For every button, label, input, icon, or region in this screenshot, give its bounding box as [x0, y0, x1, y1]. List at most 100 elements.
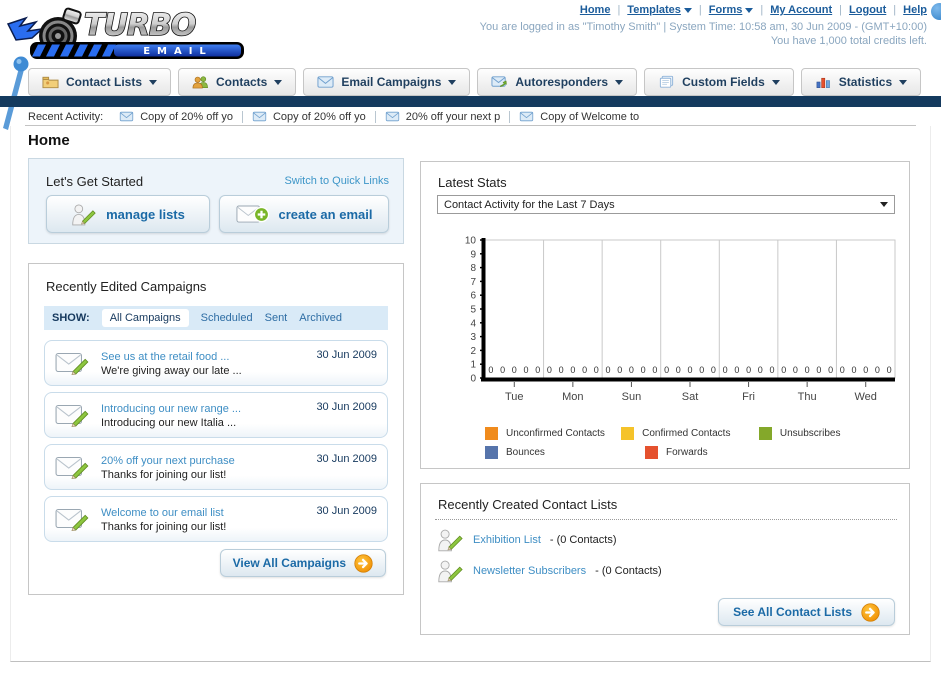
nav-separator [699, 4, 702, 16]
chevron-down-icon [149, 79, 158, 85]
documents-icon [658, 75, 675, 89]
envelope-icon [385, 111, 400, 122]
svg-text:0: 0 [805, 365, 810, 375]
contact-lists-panel-title: Recently Created Contact Lists [438, 497, 618, 512]
tab-email-campaigns[interactable]: Email Campaigns [303, 68, 471, 96]
tab-contact-lists[interactable]: Contact Lists [28, 68, 172, 96]
recently-created-contact-lists-panel: Recently Created Contact Lists Exhibitio… [420, 483, 910, 635]
switch-to-quick-links-link[interactable]: Switch to Quick Links [284, 175, 389, 187]
svg-text:0: 0 [547, 365, 552, 375]
nav-logout[interactable]: Logout [849, 4, 886, 16]
chart-legend: Unconfirmed Contacts Confirmed Contacts … [485, 427, 895, 465]
see-all-contact-lists-button[interactable]: See All Contact Lists [718, 598, 895, 626]
svg-text:0: 0 [875, 365, 880, 375]
campaign-date: 30 Jun 2009 [316, 401, 377, 413]
recent-activity-bar: Recent Activity: Copy of 20% off yo Copy… [28, 107, 916, 126]
legend-unconfirmed-contacts: Unconfirmed Contacts [485, 427, 621, 440]
campaign-title-link[interactable]: See us at the retail food ... [101, 351, 229, 363]
nav-home[interactable]: Home [580, 4, 611, 16]
svg-text:0: 0 [629, 365, 634, 375]
tab-contacts[interactable]: Contacts [178, 68, 297, 96]
svg-text:0: 0 [512, 365, 517, 375]
recent-activity-item[interactable]: Copy of 20% off yo [252, 110, 376, 123]
nav-templates[interactable]: Templates [627, 4, 692, 16]
arrow-right-circle-icon [354, 554, 373, 573]
envelope-plus-icon [236, 203, 270, 226]
svg-text:9: 9 [470, 249, 476, 260]
filter-sent[interactable]: Sent [265, 312, 288, 324]
campaign-row[interactable]: Welcome to our email list Thanks for joi… [44, 496, 388, 542]
svg-text:0: 0 [559, 365, 564, 375]
envelope-arrow-icon [491, 75, 508, 89]
svg-text:Tue: Tue [505, 391, 524, 403]
campaign-title-link[interactable]: 20% off your next purchase [101, 455, 235, 467]
svg-text:1: 1 [470, 360, 476, 371]
header: TURBO EMAIL Home Templates Forms My Acco… [0, 0, 941, 62]
chevron-down-icon [771, 79, 780, 85]
campaign-title-link[interactable]: Welcome to our email list [101, 507, 224, 519]
filter-scheduled[interactable]: Scheduled [201, 312, 253, 324]
nav-separator [760, 4, 763, 16]
envelope-icon [317, 75, 334, 89]
filter-archived[interactable]: Archived [299, 312, 342, 324]
campaign-subtitle: Introducing our new Italia ... [101, 416, 237, 429]
svg-text:0: 0 [887, 365, 892, 375]
campaign-title-link[interactable]: Introducing our new range ... [101, 403, 241, 415]
campaigns-filter-bar: SHOW: All Campaigns Scheduled Sent Archi… [44, 306, 388, 330]
person-pencil-icon [437, 528, 464, 552]
campaign-subtitle: Thanks for joining our list! [101, 468, 227, 481]
contact-list-item[interactable]: Exhibition List - (0 Contacts) [437, 528, 617, 552]
legend-swatch [758, 427, 772, 440]
chevron-down-icon [880, 202, 888, 207]
legend-forwards: Forwards [645, 446, 807, 459]
stats-panel-title: Latest Stats [438, 175, 507, 190]
svg-text:0: 0 [641, 365, 646, 375]
svg-text:0: 0 [488, 365, 493, 375]
campaign-row[interactable]: See us at the retail food ... We're givi… [44, 340, 388, 386]
campaign-date: 30 Jun 2009 [316, 349, 377, 361]
tab-custom-fields[interactable]: Custom Fields [644, 68, 794, 96]
nav-my-account[interactable]: My Account [770, 4, 832, 16]
svg-text:0: 0 [605, 365, 610, 375]
recent-activity-item[interactable]: 20% off your next p [385, 110, 511, 123]
chevron-down-icon [274, 79, 283, 85]
nav-forms[interactable]: Forms [709, 4, 754, 16]
svg-text:0: 0 [594, 365, 599, 375]
contact-list-item[interactable]: Newsletter Subscribers - (0 Contacts) [437, 559, 662, 583]
contact-list-count: - (0 Contacts) [549, 534, 617, 546]
svg-text:0: 0 [816, 365, 821, 375]
svg-text:0: 0 [523, 365, 528, 375]
view-all-campaigns-button[interactable]: View All Campaigns [219, 549, 386, 577]
latest-stats-panel: Latest Stats Contact Activity for the La… [420, 161, 910, 469]
tab-statistics[interactable]: Statistics [800, 68, 922, 96]
svg-text:0: 0 [582, 365, 587, 375]
recent-activity-item[interactable]: Copy of 20% off yo [119, 110, 243, 123]
campaign-row[interactable]: Introducing our new range ... Introducin… [44, 392, 388, 438]
campaign-date: 30 Jun 2009 [316, 505, 377, 517]
corner-dot-decoration [931, 3, 941, 20]
envelope-pencil-icon [55, 401, 91, 429]
svg-text:0: 0 [664, 365, 669, 375]
svg-text:0: 0 [734, 365, 739, 375]
svg-text:0: 0 [851, 365, 856, 375]
filter-all-campaigns[interactable]: All Campaigns [101, 309, 189, 327]
nav-help[interactable]: Help [903, 4, 927, 16]
nav-separator [893, 4, 896, 16]
nav-separator [617, 4, 620, 16]
campaign-row[interactable]: 20% off your next purchase Thanks for jo… [44, 444, 388, 490]
legend-bounces: Bounces [485, 446, 645, 459]
contact-list-link[interactable]: Newsletter Subscribers [473, 565, 586, 577]
svg-text:Mon: Mon [562, 391, 583, 403]
tab-autoresponders[interactable]: Autoresponders [477, 68, 638, 96]
svg-text:0: 0 [699, 365, 704, 375]
svg-text:0: 0 [828, 365, 833, 375]
create-an-email-button[interactable]: create an email [219, 195, 389, 233]
manage-lists-button[interactable]: manage lists [46, 195, 210, 233]
recent-activity-item[interactable]: Copy of Welcome to [519, 111, 648, 123]
campaign-subtitle: Thanks for joining our list! [101, 520, 227, 533]
campaign-date: 30 Jun 2009 [316, 453, 377, 465]
svg-text:0: 0 [863, 365, 868, 375]
svg-text:0: 0 [652, 365, 657, 375]
stats-activity-dropdown[interactable]: Contact Activity for the Last 7 Days [437, 195, 895, 214]
contact-list-link[interactable]: Exhibition List [473, 534, 541, 546]
